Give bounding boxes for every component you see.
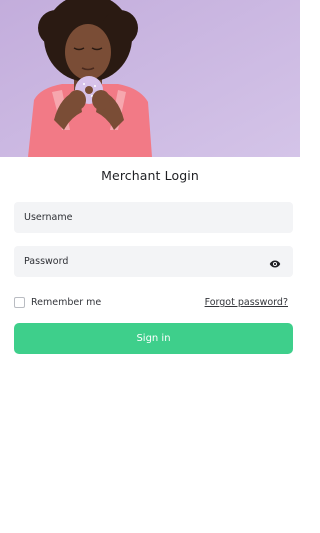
username-input[interactable] <box>14 202 293 233</box>
remember-me-checkbox[interactable] <box>14 296 25 308</box>
password-field[interactable] <box>14 246 293 277</box>
password-input[interactable] <box>14 246 293 277</box>
remember-me-toggle[interactable]: Remember me <box>14 295 101 309</box>
login-screen: Merchant Login Remember me Forgot passwo… <box>0 0 300 533</box>
eye-icon[interactable] <box>269 255 281 268</box>
remember-me-label: Remember me <box>31 296 102 308</box>
page-title: Merchant Login <box>101 168 199 183</box>
forgot-password-link[interactable]: Forgot password? <box>205 297 288 308</box>
sign-in-button[interactable]: Sign in <box>14 323 293 354</box>
username-field[interactable] <box>14 202 293 233</box>
hero-image <box>0 0 300 157</box>
